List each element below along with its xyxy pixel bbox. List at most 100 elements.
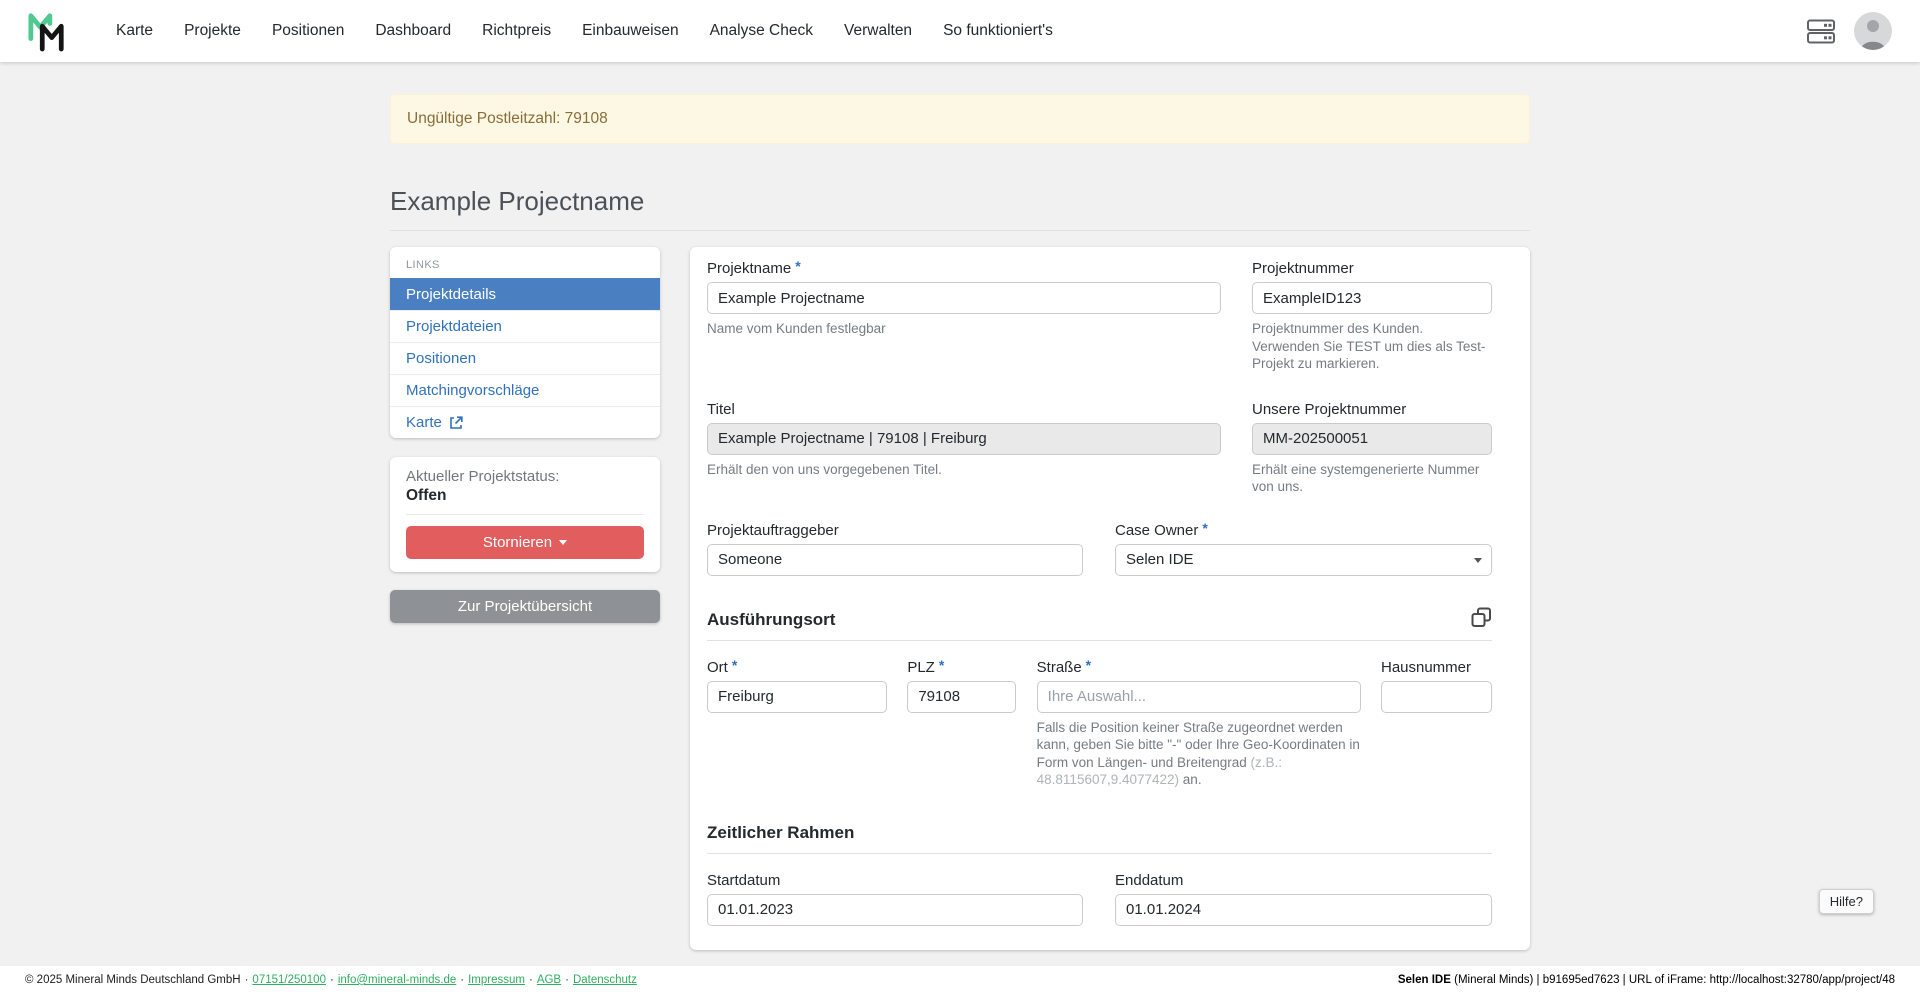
footer-datenschutz-link[interactable]: Datenschutz <box>573 974 637 986</box>
links-header: LINKS <box>390 247 660 278</box>
projektuebersicht-label: Zur Projektübersicht <box>458 598 592 615</box>
projektuebersicht-button[interactable]: Zur Projektübersicht <box>390 590 660 623</box>
sidebar-item-matchingvorschlaege[interactable]: Matchingvorschläge <box>390 374 660 406</box>
hausnummer-input[interactable] <box>1381 681 1492 713</box>
footer-agb-link[interactable]: AGB <box>537 974 561 986</box>
strasse-input[interactable] <box>1037 681 1361 713</box>
strasse-help: Falls die Position keiner Straße zugeord… <box>1037 719 1361 789</box>
nav-item-dashboard[interactable]: Dashboard <box>375 22 451 40</box>
footer-separator: · <box>245 974 249 986</box>
project-details-form: Projektname* Name vom Kunden festlegbar … <box>690 247 1530 950</box>
titel-help: Erhält den von uns vorgegebenen Titel. <box>707 461 1221 479</box>
nav-item-projekte[interactable]: Projekte <box>184 22 241 40</box>
footer-copyright: © 2025 Mineral Minds Deutschland GmbH <box>25 974 241 986</box>
plz-label: PLZ* <box>907 659 1016 676</box>
hausnummer-label: Hausnummer <box>1381 659 1492 676</box>
projektnummer-input[interactable] <box>1252 282 1492 314</box>
nav-item-so-funktionierts[interactable]: So funktioniert's <box>943 22 1053 40</box>
footer-separator: · <box>330 974 334 986</box>
warning-text: Ungültige Postleitzahl: 79108 <box>407 110 608 127</box>
projektauftraggeber-label: Projektauftraggeber <box>707 522 1083 539</box>
sidebar-item-projektdetails[interactable]: Projektdetails <box>390 278 660 310</box>
titel-input <box>707 423 1221 455</box>
status-value: Offen <box>406 487 644 505</box>
sidebar-item-label: Positionen <box>406 350 476 367</box>
sidebar-item-label: Matchingvorschläge <box>406 382 539 399</box>
links-card: LINKS Projektdetails Projektdateien Posi… <box>390 247 660 438</box>
section-zeitlicher-rahmen: Zeitlicher Rahmen <box>707 823 1492 843</box>
plz-input[interactable] <box>907 681 1016 713</box>
sidebar-item-label: Projektdateien <box>406 318 502 335</box>
footer-user: Selen IDE <box>1398 974 1451 986</box>
footer-separator: · <box>565 974 569 986</box>
unsere-projektnummer-input <box>1252 423 1492 455</box>
projektnummer-label: Projektnummer <box>1252 260 1492 277</box>
case-owner-select[interactable]: Selen IDE <box>1115 544 1492 576</box>
ort-input[interactable] <box>707 681 887 713</box>
startdatum-input[interactable] <box>707 894 1083 926</box>
nav-right-icons <box>1806 12 1892 50</box>
footer-session-rest: (Mineral Minds) | b91695ed7623 | URL of … <box>1451 974 1895 986</box>
stornieren-button[interactable]: Stornieren <box>406 526 644 559</box>
stornieren-label: Stornieren <box>483 534 552 551</box>
sidebar-item-label: Karte <box>406 414 442 431</box>
projektname-label: Projektname* <box>707 260 1221 277</box>
projektnummer-help: Projektnummer des Kunden. Verwenden Sie … <box>1252 320 1492 373</box>
unsere-projektnummer-label: Unsere Projektnummer <box>1252 401 1492 418</box>
caret-down-icon <box>559 540 567 545</box>
footer-email-link[interactable]: info@mineral-minds.de <box>338 974 456 986</box>
status-divider <box>406 514 644 515</box>
top-navigation: Karte Projekte Positionen Dashboard Rich… <box>0 0 1920 62</box>
required-mark: * <box>1086 657 1091 673</box>
section-divider <box>707 640 1492 641</box>
enddatum-input[interactable] <box>1115 894 1492 926</box>
nav-item-analyse-check[interactable]: Analyse Check <box>710 22 813 40</box>
enddatum-label: Enddatum <box>1115 872 1492 889</box>
sidebar-item-positionen[interactable]: Positionen <box>390 342 660 374</box>
projektname-help: Name vom Kunden festlegbar <box>707 320 1221 338</box>
section-divider <box>707 853 1492 854</box>
sidebar-item-projektdateien[interactable]: Projektdateien <box>390 310 660 342</box>
external-link-icon <box>449 416 463 430</box>
main-menu: Karte Projekte Positionen Dashboard Rich… <box>116 22 1053 40</box>
nav-item-einbauweisen[interactable]: Einbauweisen <box>582 22 679 40</box>
status-label: Aktueller Projektstatus: <box>406 468 644 485</box>
unsere-projektnummer-help: Erhält eine systemgenerierte Nummer von … <box>1252 461 1492 496</box>
sidebar-item-karte[interactable]: Karte <box>390 406 660 438</box>
case-owner-label: Case Owner* <box>1115 522 1492 539</box>
select-caret-icon <box>1474 558 1482 563</box>
case-owner-selected-value: Selen IDE <box>1126 551 1194 568</box>
copy-icon[interactable] <box>1471 607 1492 633</box>
mineral-minds-logo[interactable] <box>28 10 66 52</box>
projektname-input[interactable] <box>707 282 1221 314</box>
footer-session-info: Selen IDE (Mineral Minds) | b91695ed7623… <box>1398 974 1895 986</box>
startdatum-label: Startdatum <box>707 872 1083 889</box>
user-avatar-icon[interactable] <box>1854 12 1892 50</box>
nav-item-richtpreis[interactable]: Richtpreis <box>482 22 551 40</box>
ort-label: Ort* <box>707 659 887 676</box>
footer-phone-link[interactable]: 07151/250100 <box>252 974 326 986</box>
footer-impressum-link[interactable]: Impressum <box>468 974 525 986</box>
nav-item-verwalten[interactable]: Verwalten <box>844 22 912 40</box>
hilfe-button[interactable]: Hilfe? <box>1819 889 1874 914</box>
project-status-card: Aktueller Projektstatus: Offen Storniere… <box>390 457 660 572</box>
required-mark: * <box>1202 520 1207 536</box>
required-mark: * <box>939 657 944 673</box>
page-title: Example Projectname <box>390 186 1530 217</box>
server-icon[interactable] <box>1806 18 1836 45</box>
footer-links: © 2025 Mineral Minds Deutschland GmbH · … <box>25 974 637 986</box>
footer: © 2025 Mineral Minds Deutschland GmbH · … <box>0 966 1920 994</box>
required-mark: * <box>795 258 800 274</box>
logo-icon <box>28 10 66 52</box>
sidebar: LINKS Projektdetails Projektdateien Posi… <box>390 247 660 623</box>
sidebar-item-label: Projektdetails <box>406 286 496 303</box>
footer-separator: · <box>460 974 464 986</box>
titel-label: Titel <box>707 401 1221 418</box>
warning-banner: Ungültige Postleitzahl: 79108 <box>390 94 1530 144</box>
nav-item-karte[interactable]: Karte <box>116 22 153 40</box>
nav-item-positionen[interactable]: Positionen <box>272 22 344 40</box>
required-mark: * <box>732 657 737 673</box>
footer-separator: · <box>529 974 533 986</box>
strasse-label: Straße* <box>1037 659 1361 676</box>
projektauftraggeber-input[interactable] <box>707 544 1083 576</box>
